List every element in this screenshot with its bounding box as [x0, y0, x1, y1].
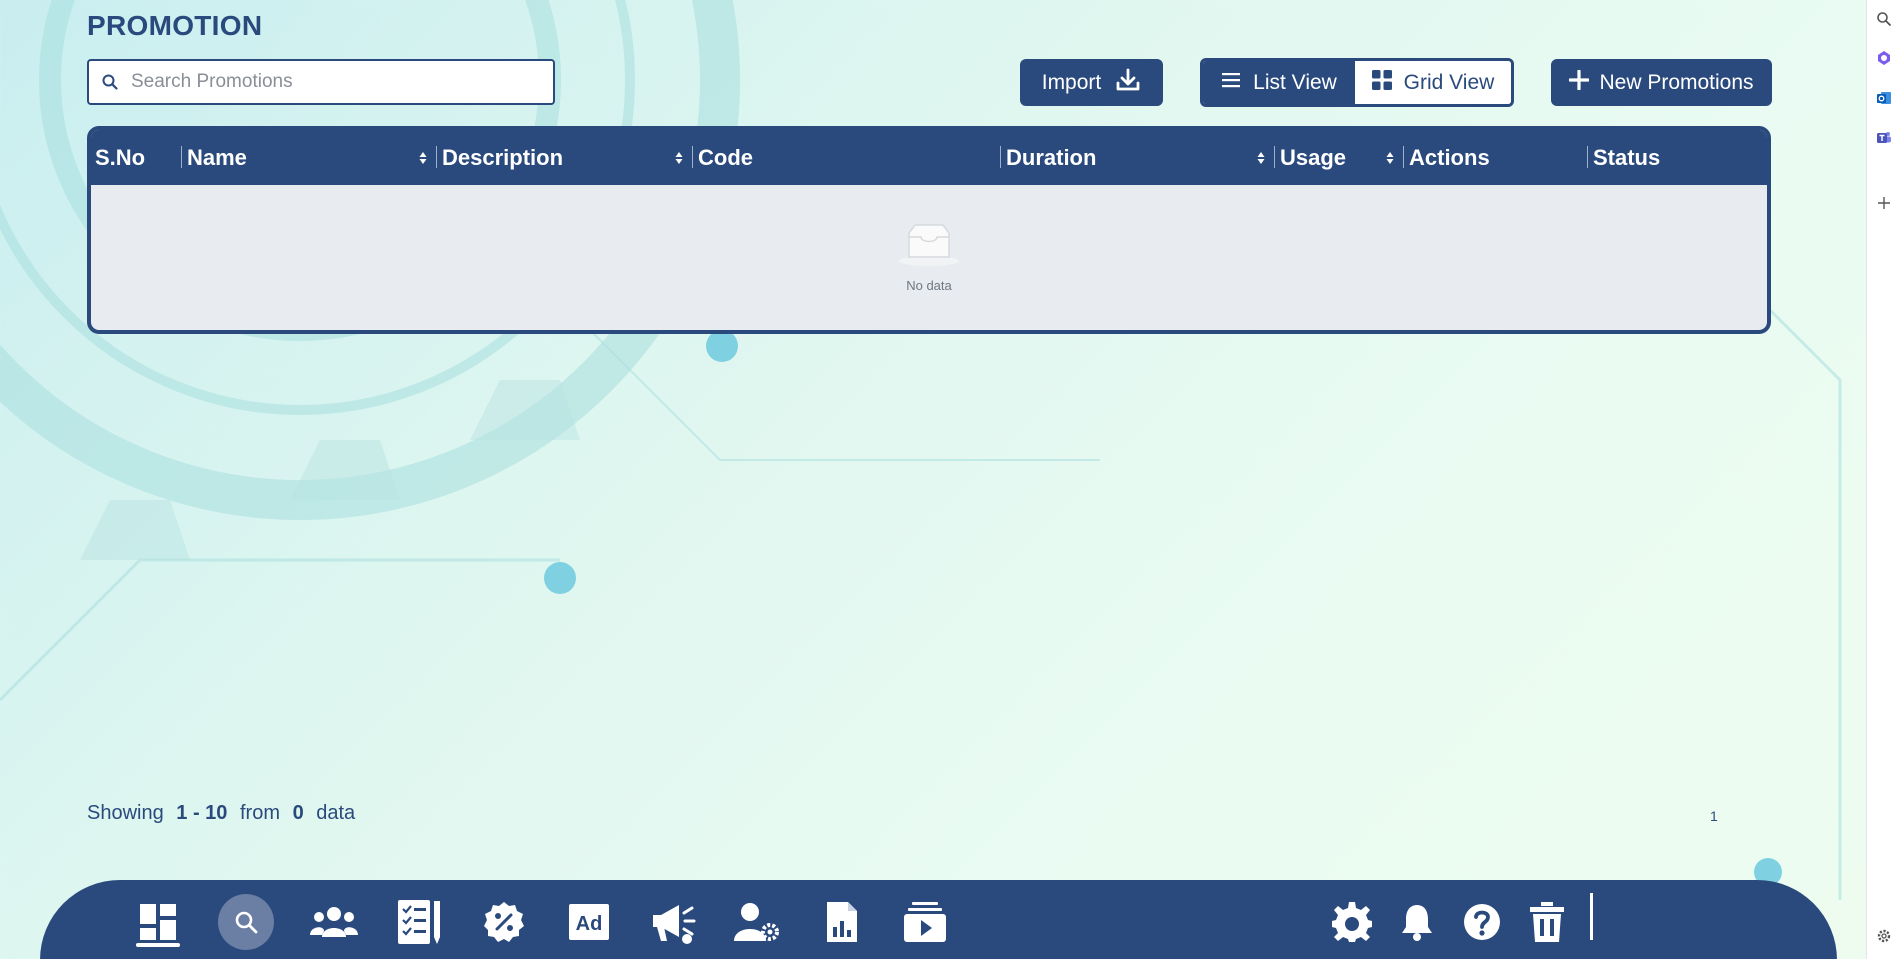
- column-header-sno: S.No: [95, 144, 146, 170]
- empty-state: No data: [91, 185, 1767, 330]
- ad-icon[interactable]: Ad: [561, 894, 617, 950]
- settings-icon[interactable]: [1875, 927, 1893, 945]
- new-promotions-button[interactable]: New Promotions: [1551, 59, 1772, 106]
- column-header-duration[interactable]: Duration: [1000, 130, 1096, 185]
- view-toggle: List View Grid View: [1200, 58, 1514, 107]
- sort-icon[interactable]: [1386, 149, 1394, 167]
- new-promotions-label: New Promotions: [1599, 70, 1754, 94]
- copilot-icon[interactable]: [1875, 49, 1893, 67]
- report-icon[interactable]: [814, 894, 870, 950]
- teams-icon[interactable]: [1875, 129, 1893, 147]
- help-icon[interactable]: [1454, 894, 1510, 950]
- dashboard-icon[interactable]: [130, 894, 186, 950]
- megaphone-icon[interactable]: [645, 894, 701, 950]
- import-label: Import: [1041, 70, 1102, 94]
- search-input[interactable]: [131, 61, 553, 103]
- grid-icon: [1371, 69, 1392, 96]
- column-header-usage[interactable]: Usage: [1274, 130, 1346, 185]
- range-value: 1 - 10: [176, 802, 228, 824]
- bell-icon[interactable]: [1389, 894, 1445, 950]
- list-icon: [1221, 71, 1241, 95]
- media-icon[interactable]: [897, 894, 953, 950]
- bottom-dock: Ad: [40, 880, 1837, 959]
- outlook-icon[interactable]: [1875, 89, 1893, 107]
- grid-view-label: Grid View: [1403, 70, 1495, 94]
- dock-divider: [1590, 893, 1593, 940]
- list-view-label: List View: [1253, 70, 1337, 94]
- import-button[interactable]: Import: [1020, 59, 1163, 106]
- plus-icon: [1568, 68, 1591, 96]
- download-icon: [1115, 67, 1141, 99]
- user-settings-icon[interactable]: [729, 894, 785, 950]
- table-header: S.No Name Description Code Duration Usag…: [91, 130, 1767, 185]
- page-number-1[interactable]: 1: [1710, 808, 1718, 824]
- column-header-status: Status: [1587, 130, 1660, 185]
- search-box[interactable]: [87, 59, 555, 105]
- sort-icon[interactable]: [675, 149, 683, 167]
- active-indicator: [136, 943, 180, 947]
- column-header-description[interactable]: Description: [436, 130, 563, 185]
- search-icon: [101, 73, 119, 91]
- total-value: 0: [292, 802, 304, 824]
- pagination-summary: Showing 1 - 10 from 0 data: [87, 802, 356, 824]
- column-header-code: Code: [692, 130, 753, 185]
- empty-inbox-icon: [897, 223, 961, 272]
- search-icon[interactable]: [218, 894, 274, 950]
- users-icon[interactable]: [306, 894, 362, 950]
- sort-icon[interactable]: [419, 149, 427, 167]
- svg-text:Ad: Ad: [576, 913, 603, 935]
- plus-icon[interactable]: [1875, 194, 1893, 212]
- column-header-actions: Actions: [1403, 130, 1490, 185]
- sort-icon[interactable]: [1257, 149, 1265, 167]
- gear-icon[interactable]: [1324, 894, 1380, 950]
- grid-view-button[interactable]: Grid View: [1355, 61, 1511, 104]
- list-view-button[interactable]: List View: [1203, 61, 1355, 104]
- right-sidebar-strip: [1866, 0, 1899, 959]
- column-header-name[interactable]: Name: [181, 130, 247, 185]
- search-icon[interactable]: [1875, 10, 1893, 28]
- trash-icon[interactable]: [1519, 894, 1575, 950]
- promotions-table: S.No Name Description Code Duration Usag…: [87, 126, 1771, 334]
- checklist-icon[interactable]: [391, 894, 447, 950]
- discount-icon[interactable]: [476, 894, 532, 950]
- empty-text: No data: [906, 277, 952, 293]
- page-title: PROMOTION: [87, 10, 263, 41]
